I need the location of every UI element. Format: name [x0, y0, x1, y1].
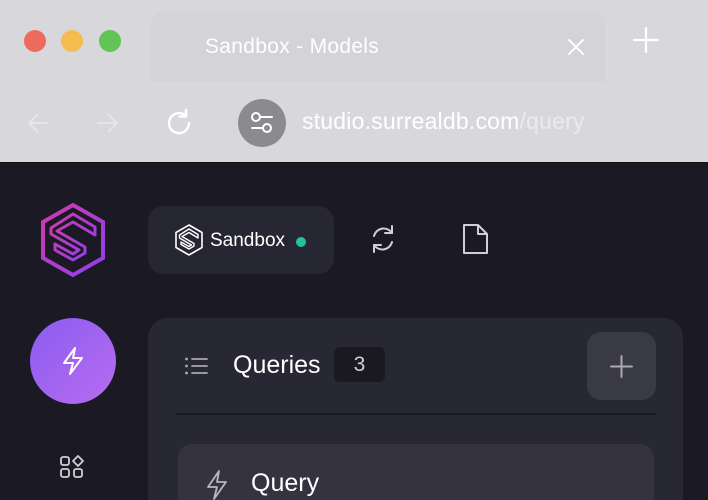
url-host: studio.surrealdb.com	[302, 108, 520, 134]
site-settings-icon	[251, 112, 273, 133]
environment-selector[interactable]: Sandbox	[148, 206, 334, 274]
surrealdb-logo	[41, 203, 105, 277]
browser-chrome: Sandbox - Models studio.surrealdb.com/qu…	[0, 0, 708, 162]
address-bar[interactable]: studio.surrealdb.com/query	[302, 108, 585, 135]
back-arrow-icon[interactable]	[22, 107, 54, 139]
panel-divider	[176, 413, 656, 415]
lightning-icon	[63, 347, 83, 375]
tab-title: Sandbox - Models	[205, 35, 380, 58]
environment-name: Sandbox	[210, 230, 286, 251]
surrealdb-small-logo	[175, 224, 203, 256]
maximize-window-button[interactable]	[99, 30, 121, 52]
browser-tab[interactable]: Sandbox - Models	[150, 12, 605, 82]
file-icon[interactable]	[459, 222, 491, 256]
close-icon[interactable]	[563, 34, 589, 60]
close-window-button[interactable]	[24, 30, 46, 52]
connection-status-dot	[296, 237, 306, 247]
plus-icon	[610, 355, 633, 378]
forward-arrow-icon[interactable]	[92, 107, 124, 139]
sidebar-query-button[interactable]	[30, 318, 116, 404]
reload-icon[interactable]	[163, 107, 195, 139]
sync-icon[interactable]	[367, 222, 399, 256]
add-query-button[interactable]	[587, 332, 656, 400]
new-tab-plus-icon[interactable]	[630, 24, 662, 56]
panel-title: Queries	[233, 351, 321, 379]
queries-panel: Queries 3 Query	[148, 318, 683, 500]
url-path: /query	[519, 108, 585, 134]
minimize-window-button[interactable]	[61, 30, 83, 52]
grid-shapes-icon[interactable]	[59, 454, 85, 480]
app-main: Sandbox Queries 3 Query	[0, 162, 708, 500]
query-item-label: Query	[251, 469, 320, 497]
site-info-button[interactable]	[238, 99, 286, 147]
list-icon	[185, 357, 208, 375]
lightning-icon	[207, 470, 227, 500]
query-count-badge: 3	[334, 347, 385, 382]
query-list-item[interactable]: Query	[178, 444, 654, 500]
